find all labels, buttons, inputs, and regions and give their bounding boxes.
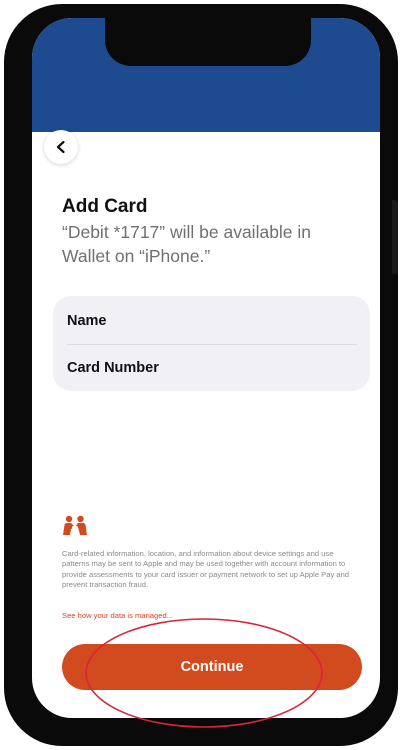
phone-notch [105, 18, 311, 66]
chevron-left-icon [56, 140, 65, 154]
phone-frame: Add Card “Debit *1717” will be available… [4, 4, 398, 746]
continue-button[interactable]: Continue [62, 644, 362, 690]
field-divider [67, 344, 357, 345]
back-button[interactable] [44, 130, 78, 164]
screenshot: Add Card “Debit *1717” will be available… [0, 0, 403, 750]
card-number-field[interactable]: Card Number [67, 348, 357, 388]
page-subtitle: “Debit *1717” will be available in Walle… [62, 222, 312, 266]
privacy-notice: Card-related information, location, and … [62, 549, 350, 590]
privacy-handshake-icon [63, 515, 87, 535]
page-title: Add Card [62, 196, 148, 217]
phone-screen: Add Card “Debit *1717” will be available… [32, 18, 380, 718]
card-form: Name Card Number [53, 296, 370, 391]
name-field[interactable]: Name [67, 301, 357, 341]
side-button [392, 200, 398, 274]
data-management-link[interactable]: See how your data is managed... [62, 611, 173, 620]
